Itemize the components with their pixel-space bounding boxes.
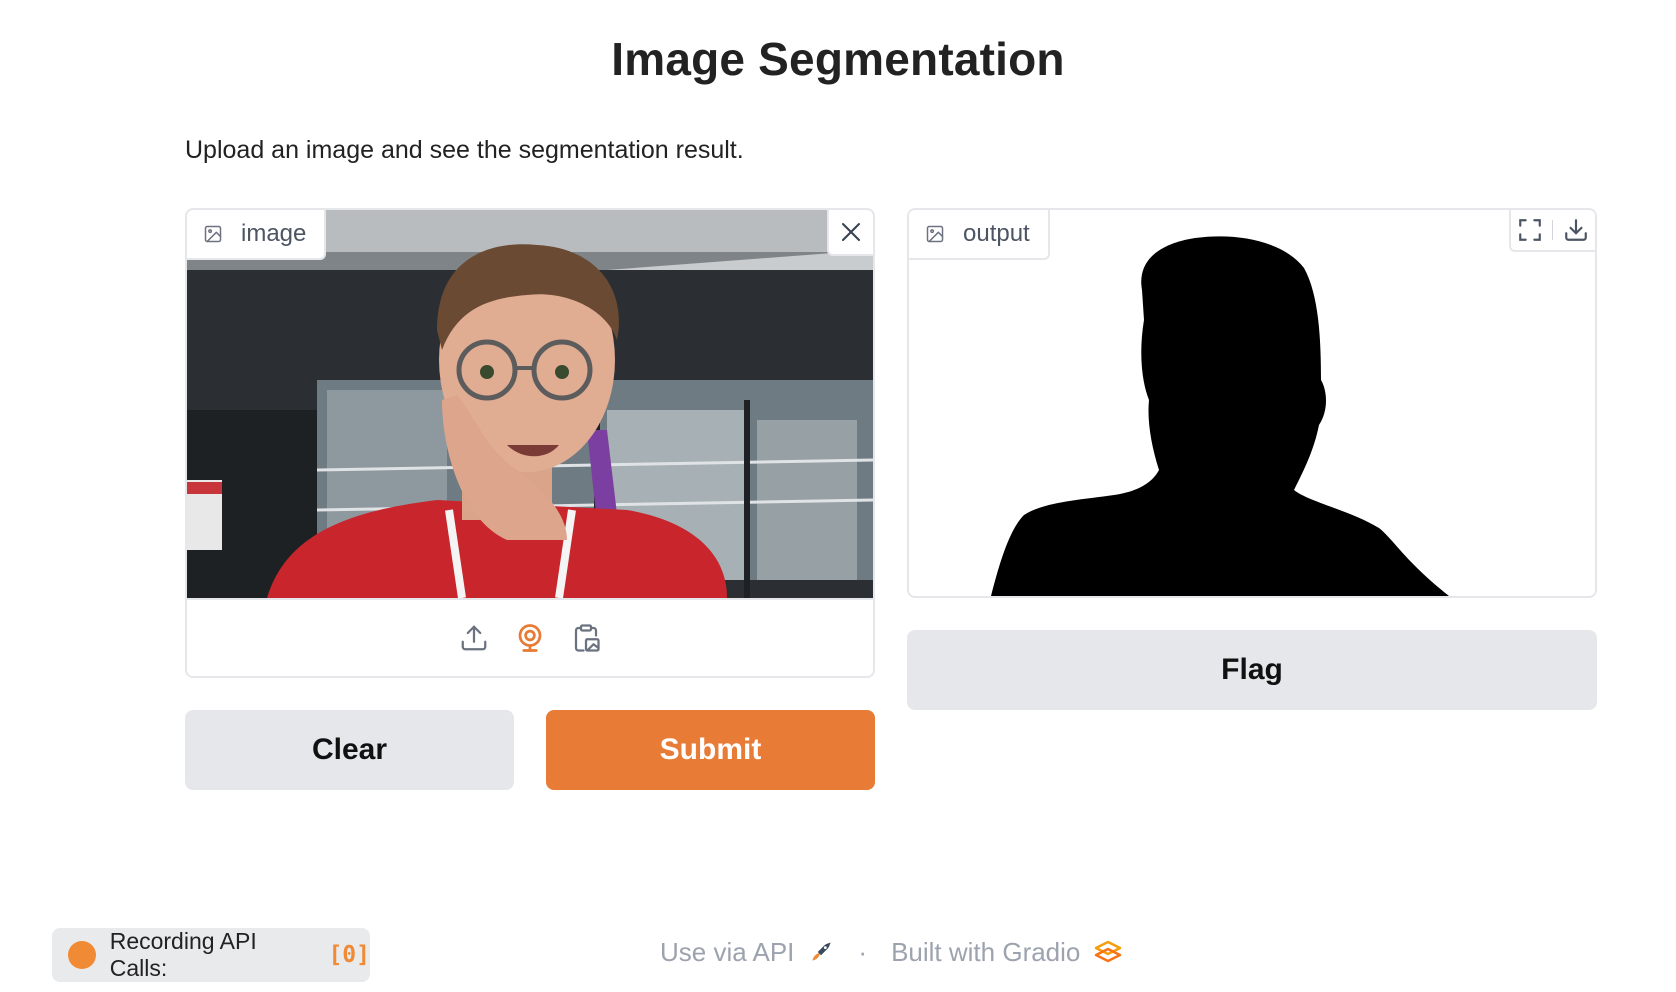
image-icon [926, 225, 944, 243]
download-icon [1565, 219, 1587, 241]
photo-illustration [187, 210, 873, 598]
use-via-api-link[interactable]: Use via API [660, 937, 794, 968]
clipboard-icon [574, 624, 600, 652]
segmentation-mask [991, 236, 1449, 596]
source-selector [187, 598, 873, 676]
page-description: Upload an image and see the segmentation… [185, 136, 744, 164]
recording-api-calls[interactable]: Recording API Calls: [0] [52, 928, 370, 982]
fullscreen-button[interactable] [1515, 215, 1545, 245]
output-toolbar [1509, 210, 1595, 252]
fullscreen-icon [1518, 219, 1541, 241]
flag-button[interactable]: Flag [907, 630, 1597, 710]
recording-count: [0] [328, 942, 370, 968]
upload-button[interactable] [457, 621, 491, 655]
clipboard-button[interactable] [569, 621, 603, 655]
output-image-panel: output [907, 208, 1597, 598]
webcam-button[interactable] [513, 621, 547, 655]
clear-button[interactable]: Clear [185, 710, 514, 790]
rocket-icon [812, 942, 832, 961]
output-label: output [909, 210, 1050, 260]
input-image-panel[interactable]: image [185, 208, 875, 678]
output-label-text: output [963, 220, 1030, 247]
gradio-logo-icon [1095, 940, 1122, 963]
image-icon [204, 225, 222, 243]
recording-label: Recording API Calls: [109, 928, 257, 981]
footer-separator: · [858, 936, 868, 967]
toolbar-divider [1552, 220, 1554, 240]
input-photo [187, 210, 873, 598]
page-title: Image Segmentation [611, 33, 1065, 85]
upload-icon [461, 625, 487, 651]
clear-image-button[interactable] [827, 210, 873, 256]
footer: Use via API · Built with Gradio [660, 930, 1122, 974]
built-with-gradio-link[interactable]: Built with Gradio [891, 937, 1080, 968]
app-root: Image Segmentation Upload an image and s… [0, 0, 1676, 992]
download-button[interactable] [1561, 215, 1591, 245]
submit-button[interactable]: Submit [546, 710, 875, 790]
webcam-icon [518, 624, 542, 652]
input-label-text: image [241, 220, 307, 247]
input-label: image [187, 210, 327, 260]
recording-dot-icon [68, 941, 96, 969]
close-icon [842, 223, 860, 241]
